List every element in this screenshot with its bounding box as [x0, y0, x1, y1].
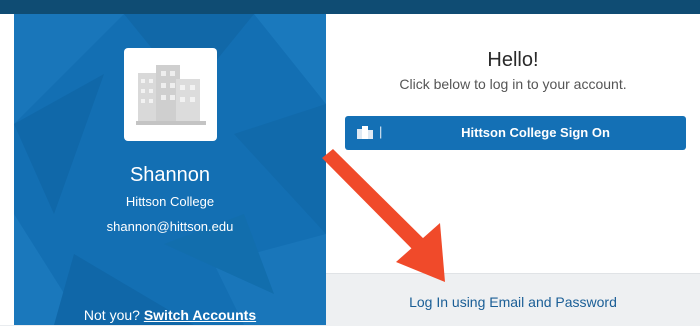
left-margin	[0, 14, 14, 325]
building-icon	[135, 64, 206, 125]
sso-button-label: Hittson College Sign On	[461, 125, 610, 140]
avatar	[124, 48, 217, 141]
building-icon	[357, 126, 373, 139]
login-title: Hello!	[487, 49, 539, 71]
login-subtitle: Click below to log in to your account.	[399, 76, 627, 92]
switch-accounts-link[interactable]: Switch Accounts	[144, 307, 256, 323]
sso-separator: |	[379, 124, 383, 139]
switch-accounts-row: Not you? Switch Accounts	[14, 307, 326, 323]
top-bar	[0, 0, 700, 14]
account-panel: Shannon Hittson College shannon@hittson.…	[14, 14, 326, 325]
user-email: shannon@hittson.edu	[106, 219, 234, 234]
not-you-text: Not you?	[83, 307, 140, 323]
user-name: Shannon	[129, 164, 211, 186]
email-password-login-link[interactable]: Log In using Email and Password	[326, 294, 700, 310]
sso-sign-on-button[interactable]: | Hittson College Sign On	[345, 116, 686, 150]
login-panel: Hello! Click below to log in to your acc…	[326, 14, 700, 326]
user-college: Hittson College	[125, 194, 215, 209]
